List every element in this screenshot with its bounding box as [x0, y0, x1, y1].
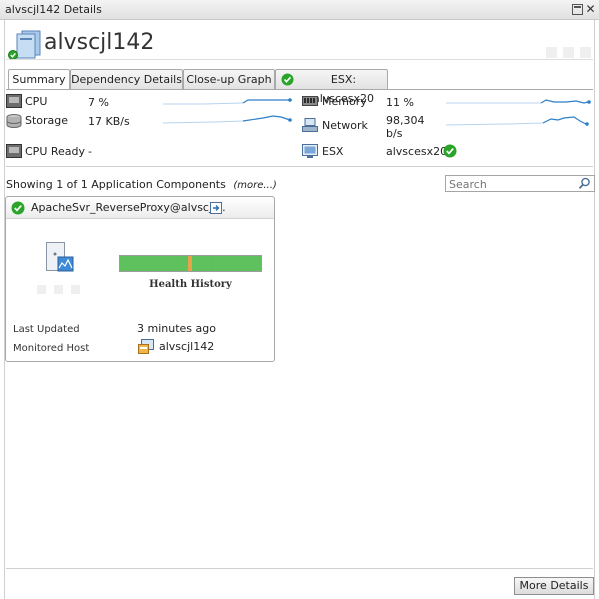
more-details-button[interactable]: More Details [514, 577, 594, 595]
network-label: Network [322, 119, 368, 132]
storage-value: 17 KB/s [88, 115, 130, 128]
network-sparkline [445, 116, 589, 126]
cpu-sparkline [163, 98, 292, 105]
tab-dependency-details-label: Dependency Details [71, 73, 182, 86]
storage-sparkline [162, 115, 292, 124]
network-value: 98,304 [386, 114, 425, 127]
component-card[interactable]: ApacheSvr_ReverseProxy@alvscjl... Health… [5, 196, 275, 362]
health-history-bar[interactable] [119, 255, 262, 272]
storage-label: Storage [25, 114, 69, 127]
memory-sparkline [446, 99, 591, 104]
card-header: ApacheSvr_ReverseProxy@alvscjl... [6, 197, 274, 219]
search-icon[interactable] [578, 177, 591, 190]
monitored-host-value[interactable]: alvscjl142 [159, 340, 214, 353]
application-component-icon [46, 242, 74, 272]
title-divider [6, 59, 593, 60]
placeholder-square [54, 285, 63, 294]
tab-dependency-details[interactable]: Dependency Details [70, 69, 183, 89]
tab-close-up-graph-label: Close-up Graph [186, 73, 272, 86]
search-box[interactable] [445, 175, 595, 192]
health-warning-segment [188, 256, 192, 271]
window-titlebar: alvscjl142 Details ✕ [0, 0, 599, 20]
cpu-ready-icon [6, 144, 22, 158]
tab-underline [6, 89, 593, 90]
components-count: Showing 1 of 1 Application Components (m… [6, 178, 277, 191]
memory-value: 11 % [386, 96, 414, 109]
footer-divider [6, 568, 593, 569]
window-title: alvscjl142 Details [5, 3, 102, 16]
open-link-icon[interactable] [210, 202, 222, 214]
esx-label: ESX [322, 145, 344, 158]
cpu-icon [6, 94, 22, 108]
cpu-value: 7 % [88, 96, 109, 109]
ok-check-icon [281, 73, 294, 86]
storage-icon [6, 114, 22, 128]
host-title: alvscjl142 [44, 30, 155, 55]
more-link[interactable]: (more...) [233, 180, 276, 191]
placeholder-square [563, 47, 574, 58]
search-input[interactable] [449, 177, 574, 191]
placeholder-square [37, 285, 46, 294]
health-warning-segment [211, 256, 212, 271]
components-count-text: Showing 1 of 1 Application Components [6, 178, 226, 191]
section-divider [6, 166, 593, 167]
health-history-label: Health History [149, 279, 232, 290]
host-server-icon [8, 30, 41, 60]
close-icon[interactable]: ✕ [585, 3, 596, 15]
cpu-ready-value: - [88, 145, 92, 158]
placeholder-square [71, 285, 80, 294]
tab-close-up-graph[interactable]: Close-up Graph [183, 69, 275, 89]
network-icon [302, 118, 318, 132]
placeholder-square [580, 47, 591, 58]
cpu-label: CPU [25, 95, 48, 108]
monitored-host-label: Monitored Host [13, 343, 90, 354]
card-title[interactable]: ApacheSvr_ReverseProxy@alvscjl... [31, 201, 226, 214]
memory-label: Memory [322, 95, 367, 108]
tab-summary-label: Summary [12, 73, 66, 86]
ok-check-icon [443, 144, 457, 158]
esx-icon [302, 144, 318, 158]
network-unit: b/s [386, 127, 403, 140]
tab-esx[interactable]: ESX: alvscesx20 [275, 69, 388, 105]
placeholder-square [546, 47, 557, 58]
ok-check-icon [11, 201, 25, 215]
esx-value[interactable]: alvscesx20 [386, 145, 447, 158]
maximize-icon[interactable] [572, 4, 583, 15]
host-server-icon [138, 339, 154, 354]
tab-summary[interactable]: Summary [8, 69, 70, 90]
cpu-ready-label: CPU Ready [25, 145, 86, 158]
last-updated-label: Last Updated [13, 324, 80, 335]
memory-icon [302, 96, 318, 106]
last-updated-value: 3 minutes ago [137, 322, 216, 335]
